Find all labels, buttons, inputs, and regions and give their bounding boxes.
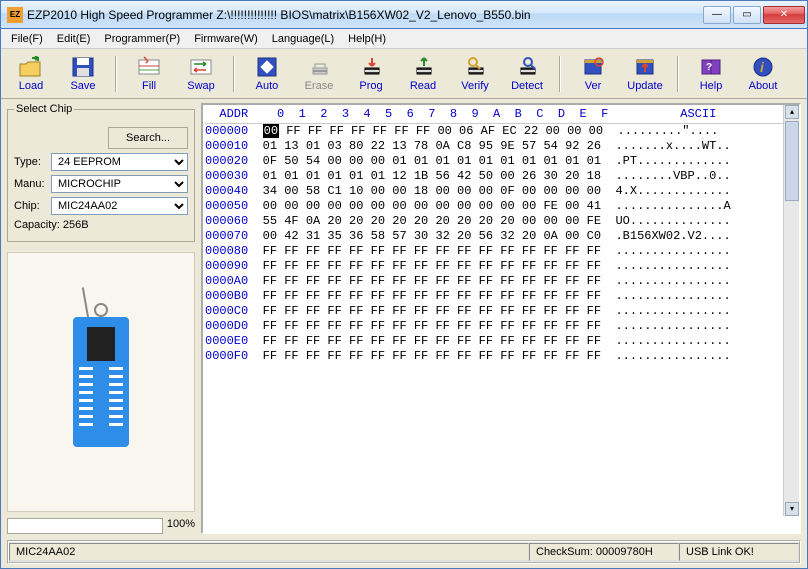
status-chip: MIC24AA02 <box>9 543 529 561</box>
type-label: Type: <box>14 156 48 168</box>
chip-select[interactable]: MIC24AA02 <box>51 197 188 215</box>
load-button[interactable]: Load <box>9 55 53 92</box>
read-button[interactable]: Read <box>401 55 445 92</box>
select-chip-legend: Select Chip <box>14 103 74 115</box>
about-button[interactable]: iAbout <box>741 55 785 92</box>
minimize-button[interactable]: — <box>703 6 731 24</box>
svg-text:?: ? <box>706 62 712 73</box>
ver-button[interactable]: Ver <box>571 55 615 92</box>
menu-firmware[interactable]: Firmware(W) <box>188 31 264 47</box>
menubar: File(F) Edit(E) Programmer(P) Firmware(W… <box>1 29 807 49</box>
fill-button[interactable]: Fill <box>127 55 171 92</box>
maximize-button[interactable]: ▭ <box>733 6 761 24</box>
toolbar: Load Save Fill Swap Auto Erase Prog Read… <box>1 49 807 99</box>
close-button[interactable]: ✕ <box>763 6 805 24</box>
capacity-label: Capacity: 256B <box>14 219 89 231</box>
menu-language[interactable]: Language(L) <box>266 31 340 47</box>
menu-file[interactable]: File(F) <box>5 31 49 47</box>
menu-edit[interactable]: Edit(E) <box>51 31 97 47</box>
statusbar: MIC24AA02 CheckSum: 00009780H USB Link O… <box>7 540 801 564</box>
prog-button[interactable]: Prog <box>349 55 393 92</box>
type-select[interactable]: 24 EEPROM <box>51 153 188 171</box>
menu-help[interactable]: Help(H) <box>342 31 392 47</box>
erase-button[interactable]: Erase <box>297 55 341 92</box>
save-button[interactable]: Save <box>61 55 105 92</box>
progress-bar <box>7 518 163 534</box>
scroll-up-icon[interactable]: ▴ <box>785 105 799 119</box>
status-usb: USB Link OK! <box>679 543 799 561</box>
chip-label: Chip: <box>14 200 48 212</box>
swap-button[interactable]: Swap <box>179 55 223 92</box>
scroll-thumb[interactable] <box>785 121 799 201</box>
manu-select[interactable]: MICROCHIP <box>51 175 188 193</box>
update-button[interactable]: Update <box>623 55 667 92</box>
menu-programmer[interactable]: Programmer(P) <box>98 31 186 47</box>
window-title: EZP2010 High Speed Programmer Z:\!!!!!!!… <box>27 8 703 22</box>
app-icon: EZ <box>7 7 23 23</box>
detect-button[interactable]: Detect <box>505 55 549 92</box>
hex-editor[interactable]: ADDR 0 1 2 3 4 5 6 7 8 9 A B C D E F ASC… <box>201 103 801 534</box>
auto-button[interactable]: Auto <box>245 55 289 92</box>
verify-button[interactable]: Verify <box>453 55 497 92</box>
scrollbar-vertical[interactable]: ▴ ▾ <box>783 105 799 516</box>
chip-image <box>7 252 195 512</box>
select-chip-group: Select Chip Search... Type:24 EEPROM Man… <box>7 103 195 242</box>
progress-text: 100% <box>167 518 195 530</box>
help-button[interactable]: ?Help <box>689 55 733 92</box>
search-button[interactable]: Search... <box>108 127 188 149</box>
manu-label: Manu: <box>14 178 48 190</box>
scroll-down-icon[interactable]: ▾ <box>785 502 799 516</box>
titlebar: EZ EZP2010 High Speed Programmer Z:\!!!!… <box>1 1 807 29</box>
status-checksum: CheckSum: 00009780H <box>529 543 679 561</box>
